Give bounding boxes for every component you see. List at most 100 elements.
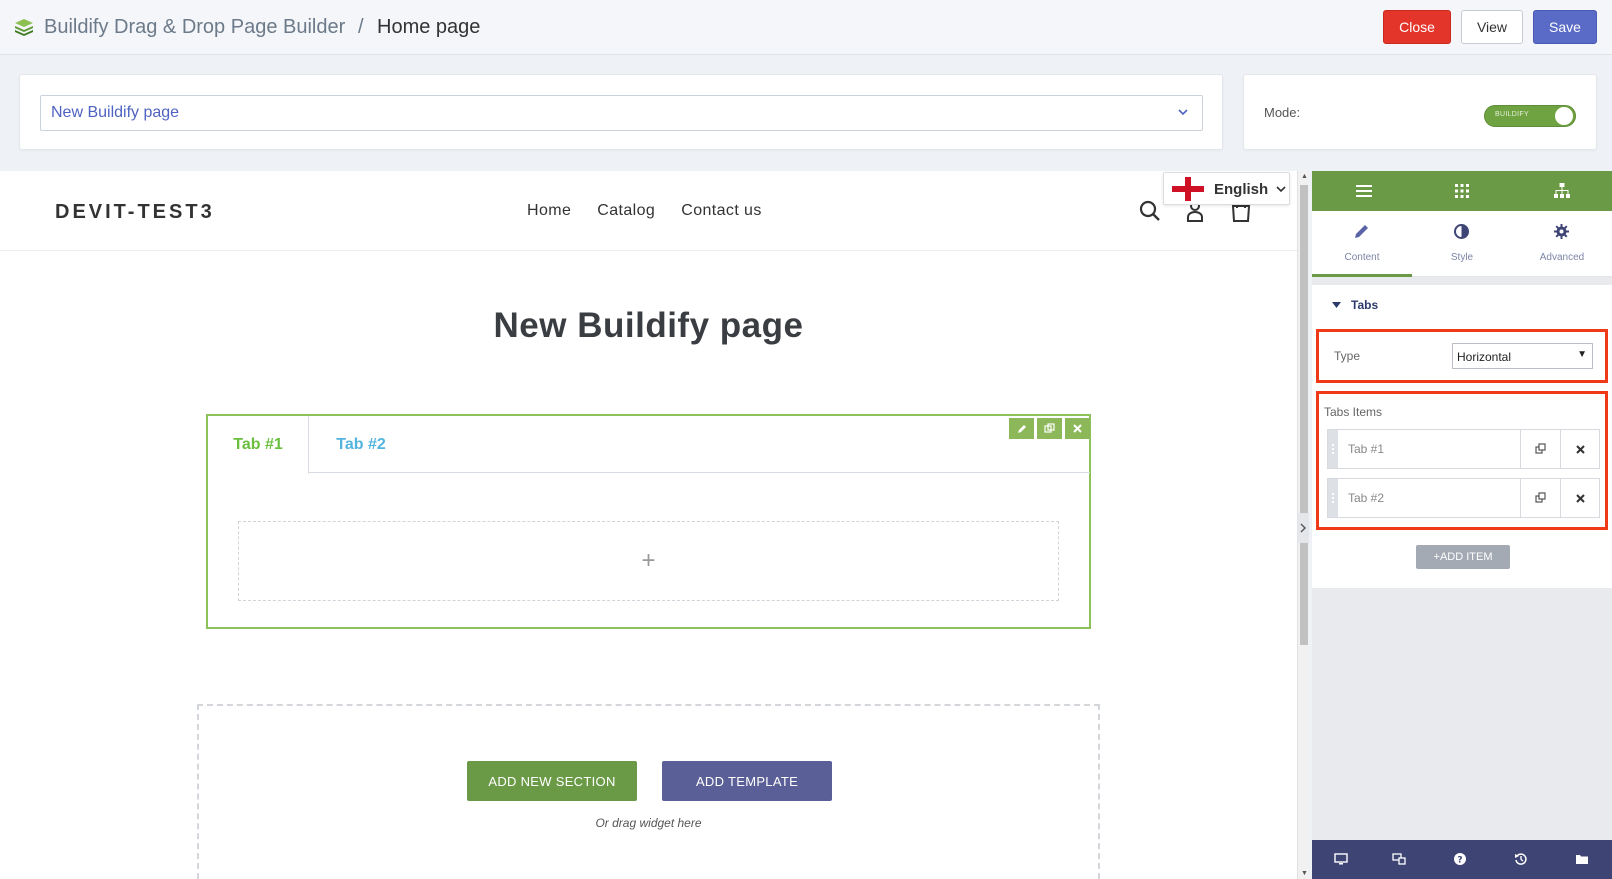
search-icon[interactable] xyxy=(1138,199,1162,223)
add-new-section-button[interactable]: ADD NEW SECTION xyxy=(467,761,637,801)
site-brand: DEVIT-TEST3 xyxy=(55,201,215,223)
page-selector-card: New Buildify page xyxy=(19,74,1223,150)
drag-handle[interactable] xyxy=(1328,479,1338,517)
remove-item-button[interactable] xyxy=(1560,479,1600,517)
add-section-dropzone: ADD NEW SECTION ADD TEMPLATE Or drag wid… xyxy=(197,704,1100,879)
items-label: Tabs Items xyxy=(1324,405,1383,419)
tabs-items-control: Tabs Items Tab #1 Tab #2 xyxy=(1316,391,1608,530)
help-icon[interactable]: ? xyxy=(1453,852,1467,866)
add-template-button[interactable]: ADD TEMPLATE xyxy=(662,761,832,801)
top-bar: Buildify Drag & Drop Page Builder / Home… xyxy=(0,0,1612,55)
site-header: DEVIT-TEST3 Home Catalog Contact us Engl… xyxy=(0,171,1297,251)
chevron-right-icon xyxy=(1300,523,1306,533)
type-select-value: Horizontal xyxy=(1457,350,1512,364)
folder-icon[interactable] xyxy=(1575,852,1589,866)
scroll-up-icon[interactable]: ▲ xyxy=(1301,173,1308,180)
language-name: English xyxy=(1214,181,1269,198)
remove-item-button[interactable] xyxy=(1560,430,1600,468)
tab-1[interactable]: Tab #1 xyxy=(208,416,309,474)
panel-collapse-handle[interactable] xyxy=(1297,513,1309,543)
plus-icon: + xyxy=(641,547,656,574)
panel-top-bar xyxy=(1312,171,1612,211)
panel-tab-label: Advanced xyxy=(1539,252,1585,263)
panel-tabs: Content Style Advanced xyxy=(1312,211,1612,277)
panel-tab-content[interactable]: Content xyxy=(1312,211,1412,277)
mode-card: Mode: BUILDIFY xyxy=(1243,74,1597,150)
duplicate-item-button[interactable] xyxy=(1520,479,1560,517)
england-flag-icon xyxy=(1172,177,1204,201)
type-label: Type xyxy=(1334,349,1361,363)
grip-icon xyxy=(1332,493,1334,503)
history-icon[interactable] xyxy=(1514,852,1528,866)
view-button[interactable]: View xyxy=(1461,10,1523,44)
panel-tab-label: Content xyxy=(1344,252,1380,263)
copy-icon xyxy=(1044,423,1055,433)
panel-tab-label: Style xyxy=(1450,252,1474,263)
panel-tab-style[interactable]: Style xyxy=(1412,211,1512,277)
repeater-item[interactable]: Tab #2 xyxy=(1327,478,1600,518)
widgets-grid-icon[interactable] xyxy=(1453,182,1471,200)
widget-toolbar xyxy=(1009,418,1090,439)
page-select-dropdown[interactable]: New Buildify page xyxy=(40,95,1203,131)
panel-footer: ? xyxy=(1312,840,1612,879)
toggle-knob xyxy=(1555,107,1573,125)
chevron-down-icon xyxy=(1276,186,1286,193)
grip-icon xyxy=(1332,444,1334,454)
add-item-button[interactable]: + ADD ITEM xyxy=(1416,545,1510,569)
navigator-sitemap-icon[interactable] xyxy=(1553,182,1571,200)
close-button[interactable]: Close xyxy=(1383,10,1451,44)
tab-divider xyxy=(309,472,1090,473)
caret-down-icon xyxy=(1332,302,1341,308)
duplicate-widget-button[interactable] xyxy=(1037,418,1062,439)
menu-icon[interactable] xyxy=(1355,182,1373,200)
gear-icon xyxy=(1554,224,1569,239)
tab-2[interactable]: Tab #2 xyxy=(309,416,413,473)
pencil-icon xyxy=(1355,225,1368,238)
mode-label: Mode: xyxy=(1264,105,1301,120)
edit-widget-button[interactable] xyxy=(1009,418,1034,439)
page-heading: New Buildify page xyxy=(493,306,804,345)
close-icon xyxy=(1576,493,1585,503)
type-control: Type Horizontal ▼ xyxy=(1316,329,1608,383)
editor-panel: Content Style Advanced Tabs Type Horizon… xyxy=(1312,171,1612,879)
panel-content: Tabs Type Horizontal ▼ Tabs Items Tab #1 xyxy=(1312,285,1612,588)
type-select[interactable]: Horizontal ▼ xyxy=(1452,343,1593,369)
panel-tab-advanced[interactable]: Advanced xyxy=(1512,211,1612,277)
pencil-icon xyxy=(1017,424,1026,433)
app-title: Buildify Drag & Drop Page Builder xyxy=(44,16,346,38)
contrast-icon xyxy=(1454,224,1469,239)
scroll-down-icon[interactable]: ▼ xyxy=(1301,870,1308,877)
scroll-thumb[interactable] xyxy=(1300,185,1308,645)
nav-link-home[interactable]: Home xyxy=(527,202,571,220)
close-icon xyxy=(1576,444,1585,454)
responsive-icon[interactable] xyxy=(1392,852,1406,866)
tab-content-dropzone[interactable]: + xyxy=(238,521,1059,601)
mode-toggle-text: BUILDIFY xyxy=(1495,111,1529,118)
buildify-logo-icon xyxy=(15,19,33,36)
nav-link-catalog[interactable]: Catalog xyxy=(597,202,655,220)
tabs-section-header[interactable]: Tabs xyxy=(1332,298,1378,312)
copy-icon xyxy=(1534,492,1546,503)
breadcrumb-page-name: Home page xyxy=(377,16,481,38)
site-nav: Home Catalog Contact us xyxy=(527,202,762,220)
repeater-item-title: Tab #1 xyxy=(1348,442,1385,456)
duplicate-item-button[interactable] xyxy=(1520,430,1560,468)
drag-handle[interactable] xyxy=(1328,430,1338,468)
delete-widget-button[interactable] xyxy=(1065,418,1090,439)
svg-text:?: ? xyxy=(1457,856,1462,866)
repeater-item-title: Tab #2 xyxy=(1348,491,1385,505)
save-button[interactable]: Save xyxy=(1533,10,1597,44)
copy-icon xyxy=(1534,443,1546,454)
add-item-label: ADD ITEM xyxy=(1439,551,1493,563)
drag-widget-hint: Or drag widget here xyxy=(595,816,702,830)
close-icon xyxy=(1073,424,1082,433)
page-select-value: New Buildify page xyxy=(51,104,180,121)
select-arrow-icon: ▼ xyxy=(1577,349,1587,360)
tabs-widget[interactable]: Tab #1 Tab #2 + xyxy=(206,414,1091,629)
language-switcher[interactable]: English xyxy=(1163,172,1290,205)
repeater-item[interactable]: Tab #1 xyxy=(1327,429,1600,469)
desktop-icon[interactable] xyxy=(1334,852,1348,866)
preview-canvas: DEVIT-TEST3 Home Catalog Contact us Engl… xyxy=(0,171,1297,879)
mode-toggle[interactable]: BUILDIFY xyxy=(1484,105,1576,127)
nav-link-contact[interactable]: Contact us xyxy=(681,202,761,220)
